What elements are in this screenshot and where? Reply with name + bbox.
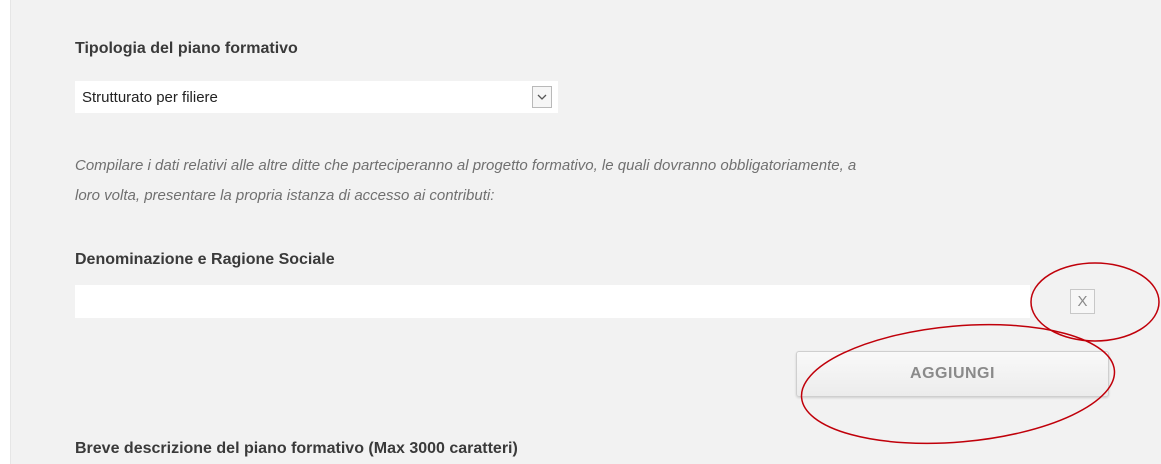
chevron-down-icon[interactable] (532, 86, 552, 108)
denominazione-label: Denominazione e Ragione Sociale (75, 251, 335, 268)
instructions-note-line-2: loro volta, presentare la propria istanz… (75, 187, 495, 204)
instructions-note: Compilare i dati relativi alle altre dit… (75, 151, 1125, 211)
instructions-note-line-1: Compilare i dati relativi alle altre dit… (75, 157, 857, 174)
descrizione-label: Breve descrizione del piano formativo (M… (75, 440, 518, 457)
tipologia-label: Tipologia del piano formativo (75, 40, 298, 57)
remove-button[interactable]: X (1070, 289, 1095, 314)
page: Tipologia del piano formativo Strutturat… (0, 0, 1161, 464)
tipologia-select[interactable]: Strutturato per filiere (75, 81, 558, 113)
add-button[interactable]: AGGIUNGI (796, 351, 1109, 397)
denominazione-input[interactable] (75, 285, 1030, 318)
tipologia-select-value: Strutturato per filiere (82, 88, 218, 106)
